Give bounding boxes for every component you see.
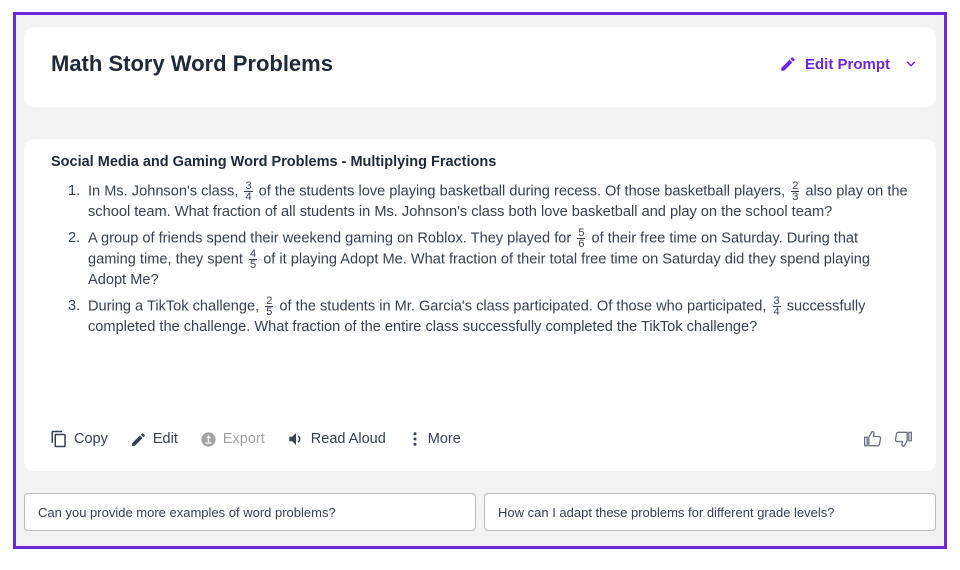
edit-label: Edit (152, 431, 178, 447)
export-button[interactable]: Export (200, 431, 265, 448)
problem-text-part: of the students in Mr. Garcia's class pa… (279, 298, 767, 315)
fraction-denominator: 6 (578, 238, 585, 250)
fraction: 25 (265, 296, 274, 318)
response-card: Social Media and Gaming Word Problems - … (24, 139, 936, 471)
response-toolbar: Copy Edit Export Read Aloud More (50, 430, 461, 448)
feedback-buttons (862, 429, 914, 449)
fraction: 34 (772, 296, 781, 318)
fraction-denominator: 5 (250, 259, 257, 271)
fraction-denominator: 5 (266, 306, 273, 318)
copy-button[interactable]: Copy (50, 430, 108, 448)
more-button[interactable]: More (408, 430, 461, 448)
speaker-icon (287, 430, 305, 448)
problem-text: A group of friends spend their weekend g… (88, 228, 908, 290)
header-card: Math Story Word Problems Edit Prompt (24, 27, 936, 107)
edit-button[interactable]: Edit (130, 431, 178, 448)
list-item: 3. During a TikTok challenge, 25 of the … (68, 296, 908, 337)
list-number: 1. (68, 183, 81, 199)
pencil-icon (779, 55, 797, 73)
export-label: Export (222, 431, 265, 447)
page-title: Math Story Word Problems (51, 51, 333, 76)
list-number: 2. (68, 230, 81, 246)
more-vertical-icon (408, 430, 422, 448)
problem-list: 1. In Ms. Johnson's class, 34 of the stu… (68, 181, 908, 343)
list-number: 3. (68, 298, 81, 314)
read-aloud-label: Read Aloud (310, 431, 386, 447)
problem-text-part: A group of friends spend their weekend g… (88, 230, 572, 247)
fraction-denominator: 3 (792, 191, 799, 203)
chevron-down-icon[interactable] (904, 57, 918, 71)
copy-icon (50, 430, 68, 448)
edit-prompt-button[interactable]: Edit Prompt (779, 55, 918, 73)
app-frame: Math Story Word Problems Edit Prompt Soc… (13, 12, 947, 549)
pencil-icon (130, 431, 147, 448)
export-icon (200, 431, 217, 448)
copy-label: Copy (74, 431, 108, 447)
problem-text-part: During a TikTok challenge, (88, 298, 260, 315)
thumbs-up-icon[interactable] (862, 429, 884, 449)
list-item: 1. In Ms. Johnson's class, 34 of the stu… (68, 181, 908, 222)
edit-prompt-label: Edit Prompt (805, 55, 890, 73)
thumbs-down-icon[interactable] (892, 429, 914, 449)
fraction: 56 (577, 228, 586, 250)
list-item: 2. A group of friends spend their weeken… (68, 228, 908, 290)
fraction: 23 (791, 181, 800, 203)
fraction-denominator: 4 (773, 306, 780, 318)
section-title: Social Media and Gaming Word Problems - … (51, 154, 497, 170)
read-aloud-button[interactable]: Read Aloud (287, 430, 386, 448)
suggestion-chip[interactable]: Can you provide more examples of word pr… (24, 493, 476, 531)
problem-text: During a TikTok challenge, 25 of the stu… (88, 296, 908, 337)
fraction-denominator: 4 (245, 191, 252, 203)
problem-text-part: of the students love playing basketball … (258, 183, 786, 200)
fraction: 45 (249, 249, 258, 271)
suggestion-chip[interactable]: How can I adapt these problems for diffe… (484, 493, 936, 531)
more-label: More (427, 431, 461, 447)
fraction: 34 (244, 181, 253, 203)
problem-text-part: In Ms. Johnson's class, (88, 183, 239, 200)
problem-text: In Ms. Johnson's class, 34 of the studen… (88, 181, 908, 222)
